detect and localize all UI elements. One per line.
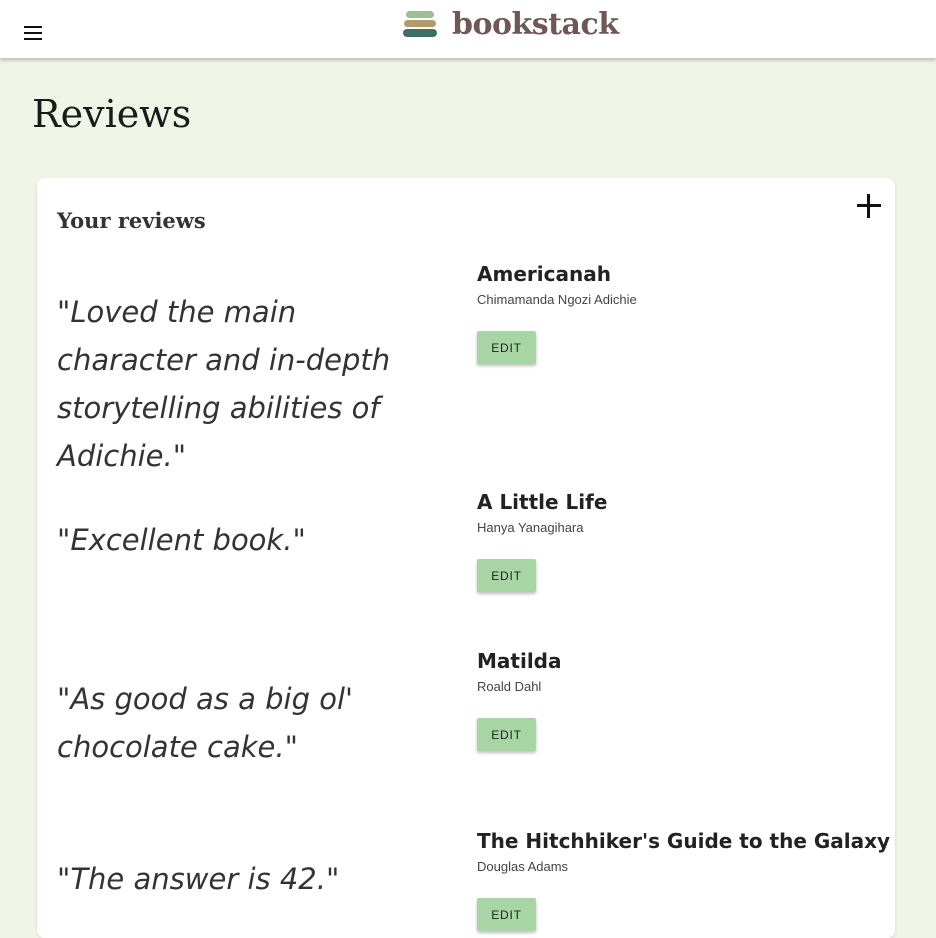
page-title: Reviews — [32, 92, 192, 136]
review-quote: "As good as a big ol' chocolate cake." — [57, 682, 353, 764]
book-author: Hanya Yanagihara — [477, 520, 584, 535]
app-bar: bookstack — [0, 0, 936, 58]
card-title: Your reviews — [57, 208, 206, 233]
review-quote: "Loved the main character and in-depth s… — [57, 295, 391, 473]
book-author: Douglas Adams — [477, 859, 569, 874]
book-title: The Hitchhiker's Guide to the Galaxy — [477, 829, 891, 853]
review-quote: "The answer is 42." — [57, 862, 340, 896]
edit-button[interactable]: EDIT — [477, 898, 536, 931]
review-quote: "Excellent book." — [57, 523, 306, 557]
brand-name: bookstack — [452, 6, 619, 42]
book-info: Americanah Chimamanda Ngozi Adichie EDIT — [477, 260, 637, 364]
book-title: Matilda — [477, 649, 562, 673]
menu-icon[interactable] — [24, 26, 50, 46]
book-info: A Little Life Hanya Yanagihara EDIT — [477, 488, 607, 592]
brand[interactable]: bookstack — [402, 4, 619, 44]
reviews-card: Your reviews "Loved the main character a… — [37, 178, 895, 938]
edit-button[interactable]: EDIT — [477, 559, 536, 592]
add-review-icon[interactable] — [855, 192, 883, 220]
edit-button[interactable]: EDIT — [477, 331, 536, 364]
book-info: Matilda Roald Dahl EDIT — [477, 647, 561, 751]
book-author: Roald Dahl — [477, 679, 542, 694]
book-author: Chimamanda Ngozi Adichie — [477, 292, 637, 307]
book-title: A Little Life — [477, 490, 608, 514]
book-stack-logo-icon — [403, 11, 437, 37]
edit-button[interactable]: EDIT — [477, 718, 536, 751]
book-title: Americanah — [477, 262, 611, 286]
book-info: The Hitchhiker's Guide to the Galaxy Dou… — [477, 827, 890, 931]
